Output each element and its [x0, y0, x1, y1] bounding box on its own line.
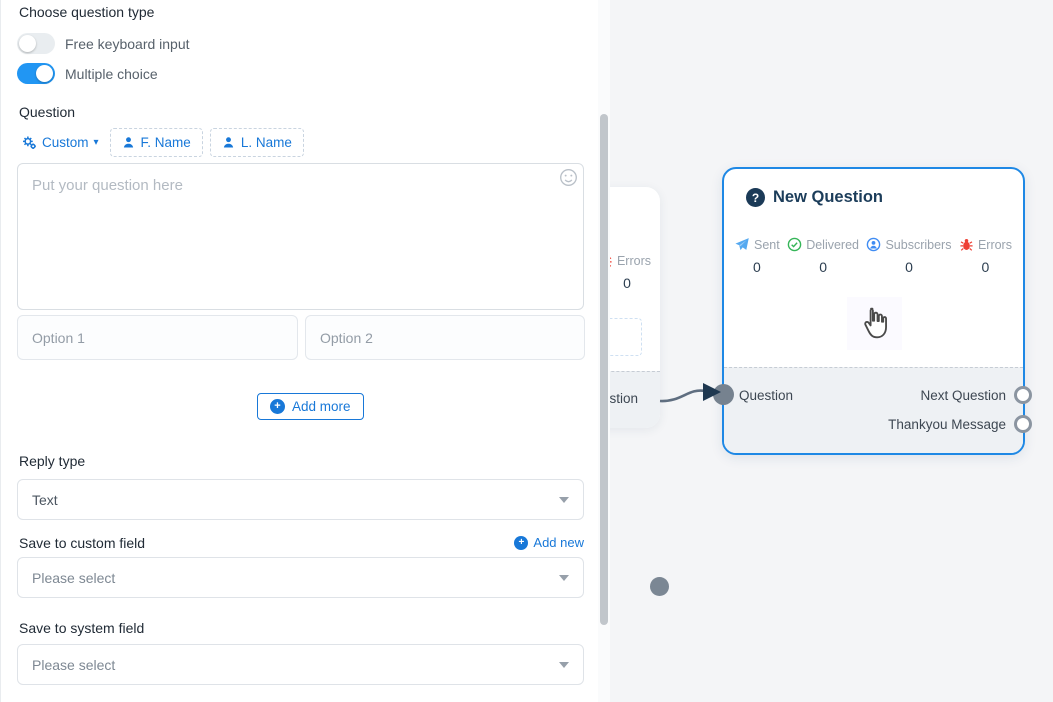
person-icon: [122, 136, 135, 149]
errors-stat-value: 0: [618, 275, 636, 291]
custom-fields-dropdown-button[interactable]: Custom ▾: [17, 130, 103, 155]
output-port-connected[interactable]: [650, 577, 669, 596]
add-new-custom-field-link[interactable]: + Add new: [514, 535, 584, 550]
save-to-system-field-label: Save to system field: [19, 620, 144, 636]
reply-type-select[interactable]: Text: [17, 479, 584, 520]
input-port-label: Question: [739, 388, 793, 403]
stat-delivered: Delivered 0: [787, 237, 859, 275]
stat-subscribers-label: Subscribers: [885, 238, 951, 252]
stat-errors-value: 0: [982, 259, 990, 275]
question-section-title: Question: [19, 104, 75, 120]
choose-question-type-title: Choose question type: [19, 4, 154, 20]
chevron-down-icon: ▾: [94, 137, 99, 148]
free-keyboard-input-toggle-row[interactable]: Free keyboard input: [17, 33, 190, 54]
toggle-off-switch[interactable]: [17, 33, 55, 54]
bug-icon: [959, 237, 974, 252]
gears-icon: [21, 135, 37, 150]
question-config-drawer: Choose question type Free keyboard input…: [0, 0, 598, 702]
toggle-on-switch[interactable]: [17, 63, 55, 84]
first-name-chip-label: F. Name: [141, 135, 191, 150]
errors-stat-label: Errors: [617, 254, 651, 268]
chevron-down-icon: [559, 662, 569, 668]
person-icon: [222, 136, 235, 149]
toggle-on-label: Multiple choice: [65, 66, 158, 82]
chevron-down-icon: [559, 497, 569, 503]
emoji-picker-button[interactable]: [559, 168, 578, 192]
cursor-overlay: [847, 297, 902, 350]
system-field-select[interactable]: Please select: [17, 644, 584, 685]
hand-cursor-icon: [858, 304, 892, 344]
output-port-thankyou-message[interactable]: [1014, 415, 1032, 433]
input-port[interactable]: [713, 384, 734, 405]
subscriber-icon: [866, 237, 881, 252]
reply-type-label: Reply type: [19, 453, 85, 469]
add-more-label: Add more: [292, 399, 351, 414]
flow-builder-screen: Errors 0 uestion ? New Question: [0, 0, 1053, 702]
stat-errors-label: Errors: [978, 238, 1012, 252]
stat-errors: Errors 0: [959, 237, 1012, 275]
plus-icon: +: [514, 536, 528, 550]
stat-sent-value: 0: [753, 259, 761, 275]
scrollbar-thumb[interactable]: [600, 114, 608, 625]
chevron-down-icon: [559, 575, 569, 581]
smiley-icon: [559, 168, 578, 187]
new-question-node[interactable]: ? New Question Sent 0: [722, 167, 1025, 455]
stat-delivered-label: Delivered: [806, 238, 859, 252]
question-badge-icon: ?: [746, 188, 765, 207]
save-to-custom-field-label: Save to custom field: [19, 535, 145, 551]
question-text-input[interactable]: [17, 163, 584, 310]
option-2-input[interactable]: [305, 315, 585, 360]
stat-sent-label: Sent: [754, 238, 780, 252]
multiple-choice-toggle-row[interactable]: Multiple choice: [17, 63, 158, 84]
node-header: ? New Question: [746, 188, 883, 207]
stat-delivered-value: 0: [819, 259, 827, 275]
system-field-placeholder: Please select: [32, 657, 115, 673]
output-port-label-next-question: Next Question: [920, 388, 1006, 403]
add-new-label: Add new: [533, 535, 584, 550]
add-more-option-button[interactable]: + Add more: [257, 393, 364, 420]
custom-button-label: Custom: [42, 135, 89, 150]
drawer-scrollbar[interactable]: [598, 0, 610, 702]
custom-field-select[interactable]: Please select: [17, 557, 584, 598]
stat-subscribers-value: 0: [905, 259, 913, 275]
output-port-label-thankyou-message: Thankyou Message: [888, 417, 1006, 432]
check-circle-icon: [787, 237, 802, 252]
stat-subscribers: Subscribers 0: [866, 237, 951, 275]
stat-sent: Sent 0: [734, 237, 780, 275]
reply-type-value: Text: [32, 492, 58, 508]
plus-icon: +: [270, 399, 285, 414]
last-name-merge-chip[interactable]: L. Name: [210, 128, 304, 157]
node-stats-row: Sent 0 Delivered 0: [734, 237, 1012, 275]
custom-field-placeholder: Please select: [32, 570, 115, 586]
last-name-chip-label: L. Name: [241, 135, 292, 150]
option-1-input[interactable]: [17, 315, 298, 360]
toggle-off-label: Free keyboard input: [65, 36, 190, 52]
node-title: New Question: [773, 188, 883, 207]
output-port-next-question[interactable]: [1014, 386, 1032, 404]
paper-plane-icon: [734, 237, 750, 252]
first-name-merge-chip[interactable]: F. Name: [110, 128, 203, 157]
merge-field-toolbar: Custom ▾ F. Name L. Name: [17, 128, 304, 157]
node-footer: Question Next Question Thankyou Message: [724, 367, 1023, 453]
